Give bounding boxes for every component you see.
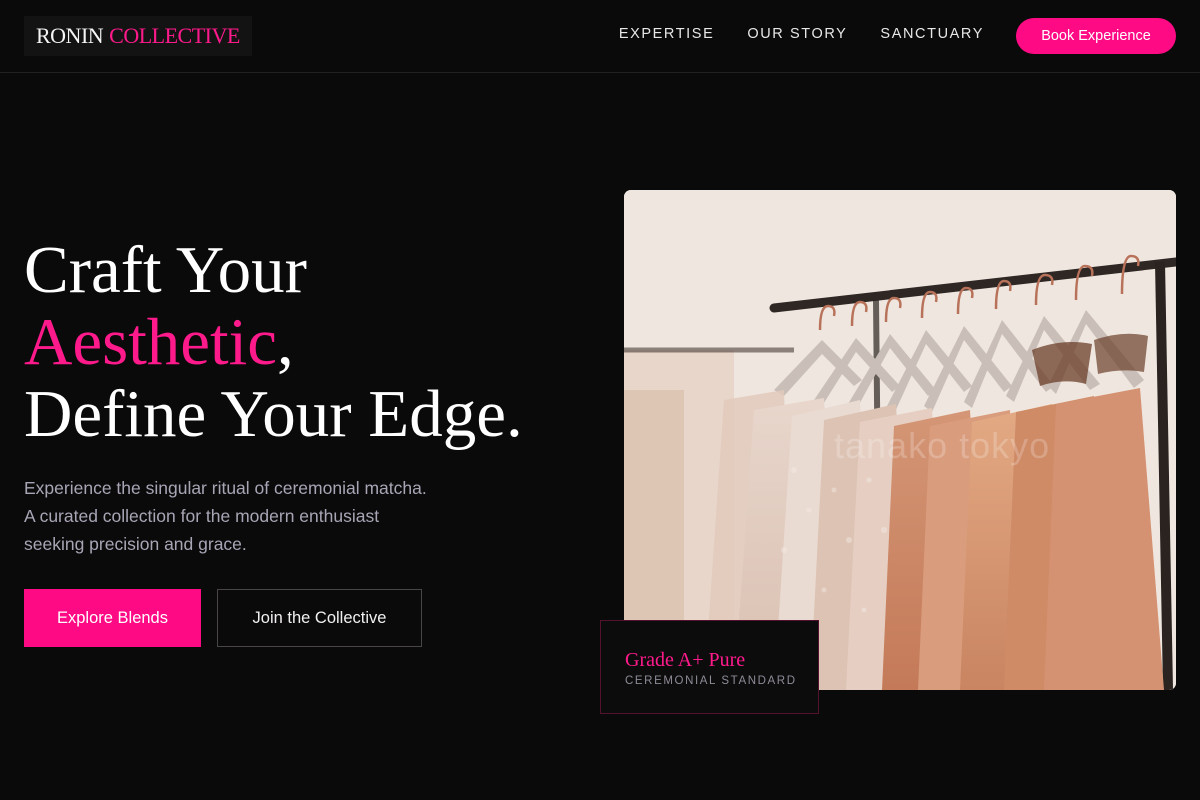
- badge-subtitle: CEREMONIAL STANDARD: [625, 675, 797, 687]
- book-experience-button[interactable]: Book Experience: [1016, 18, 1176, 54]
- hero-image: tanako tokyo: [624, 190, 1176, 690]
- image-watermark: tanako tokyo: [834, 425, 1051, 466]
- hero-description: Experience the singular ritual of ceremo…: [24, 474, 484, 558]
- brand-logo[interactable]: RONIN COLLECTIVE: [24, 16, 252, 56]
- headline-line-2: Aesthetic,: [24, 306, 523, 378]
- quality-badge: Grade A+ Pure CEREMONIAL STANDARD: [600, 620, 819, 714]
- hero-description-line: seeking precision and grace.: [24, 534, 247, 554]
- site-header: RONIN COLLECTIVE EXPERTISE OUR STORY SAN…: [0, 0, 1200, 73]
- hero-headline: Craft Your Aesthetic, Define Your Edge.: [24, 234, 523, 450]
- explore-blends-button[interactable]: Explore Blends: [24, 589, 201, 647]
- brand-word-primary: RONIN: [36, 23, 104, 48]
- headline-line-3: Define Your Edge.: [24, 377, 523, 451]
- badge-title: Grade A+ Pure: [625, 649, 746, 671]
- nav-link-our-story[interactable]: OUR STORY: [747, 26, 847, 42]
- nav-link-sanctuary[interactable]: SANCTUARY: [880, 26, 984, 42]
- headline-accent-word: Aesthetic: [24, 305, 278, 379]
- join-collective-button[interactable]: Join the Collective: [217, 589, 422, 647]
- main-nav: EXPERTISE OUR STORY SANCTUARY: [619, 26, 984, 42]
- nav-link-expertise[interactable]: EXPERTISE: [619, 26, 715, 42]
- hero-description-line: Experience the singular ritual of ceremo…: [24, 478, 427, 498]
- brand-word-accent: COLLECTIVE: [109, 23, 240, 48]
- hero-description-line: A curated collection for the modern enth…: [24, 506, 380, 526]
- headline-line-1: Craft Your: [24, 233, 307, 307]
- headline-comma: ,: [277, 305, 294, 379]
